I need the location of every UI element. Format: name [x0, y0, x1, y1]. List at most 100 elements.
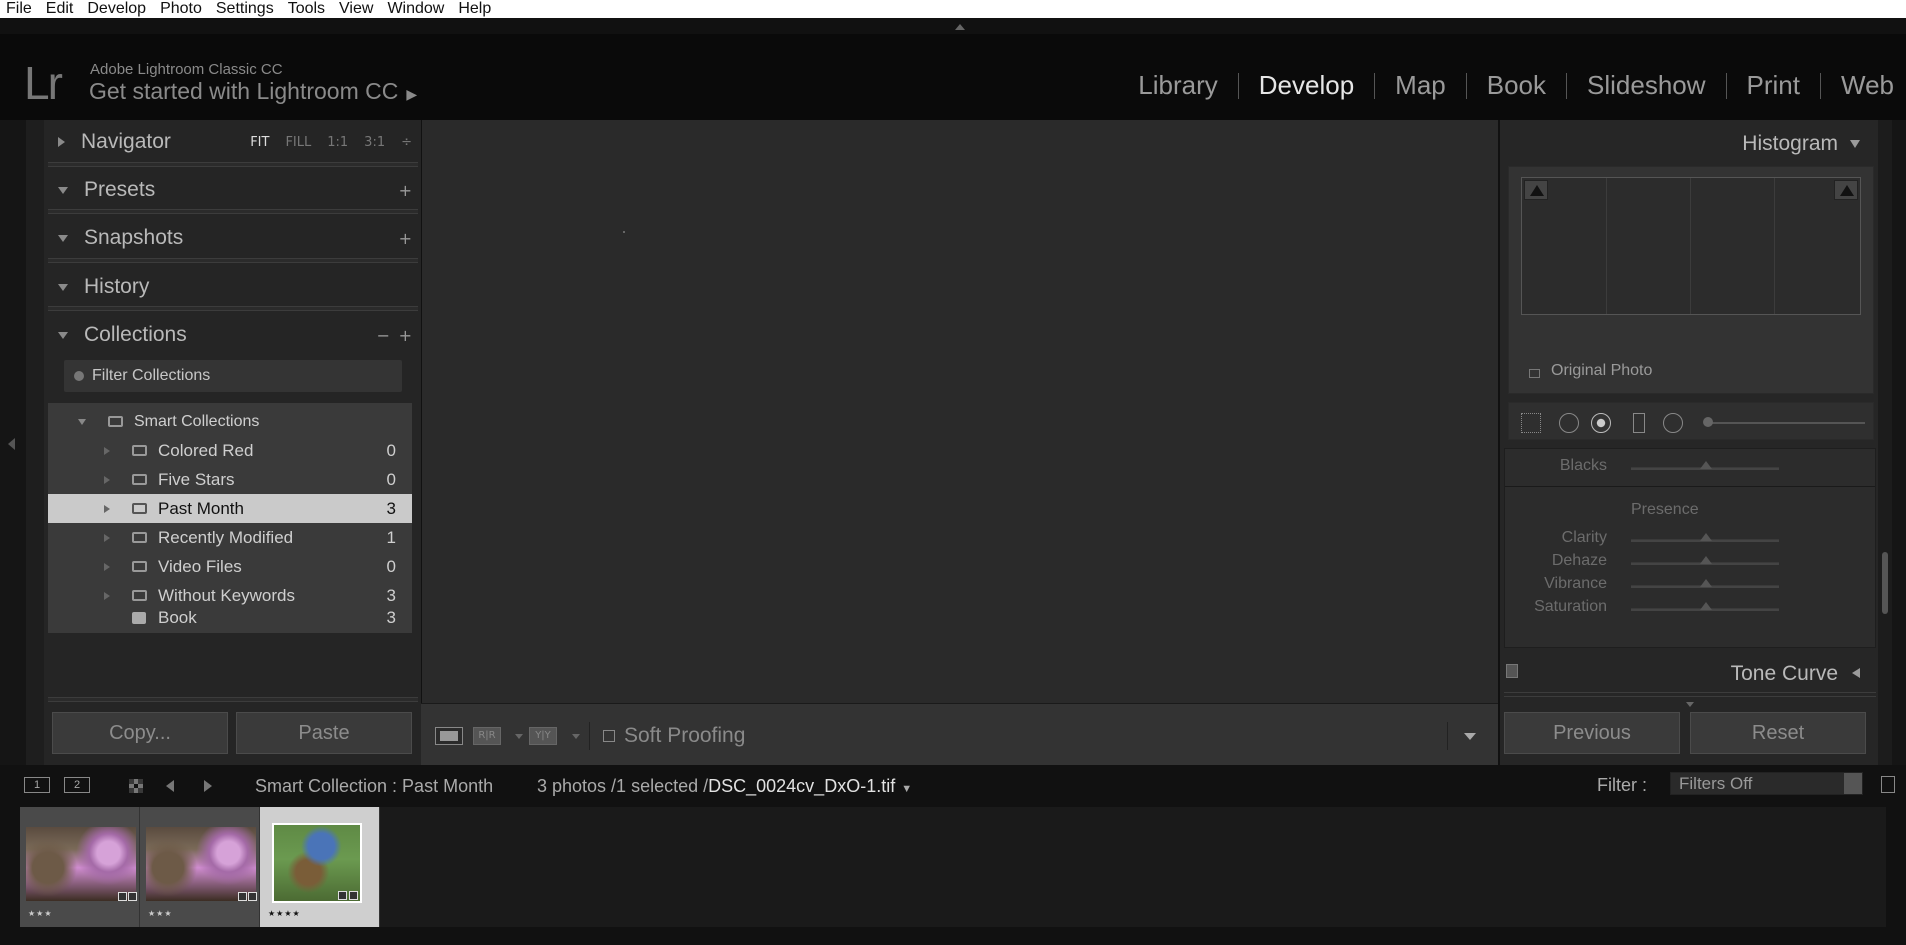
dehaze-label: Dehaze: [1551, 552, 1607, 569]
main-window-button[interactable]: 1: [24, 777, 50, 793]
menu-view[interactable]: View: [339, 0, 373, 18]
collection-colored-red[interactable]: Colored Red 0: [48, 436, 412, 465]
slider-knob[interactable]: [1700, 461, 1712, 469]
graduated-filter-icon[interactable]: [1633, 413, 1645, 433]
soft-proofing-checkbox[interactable]: [603, 730, 615, 742]
zoom-1-1[interactable]: 1:1: [327, 135, 348, 150]
filter-lock-icon[interactable]: [1881, 776, 1895, 793]
saturation-slider[interactable]: [1631, 602, 1779, 611]
right-panel-scrollbar[interactable]: [1878, 120, 1892, 765]
menu-help[interactable]: Help: [458, 0, 491, 18]
module-develop[interactable]: Develop: [1239, 70, 1374, 101]
menu-settings[interactable]: Settings: [216, 0, 274, 18]
dehaze-slider[interactable]: [1631, 556, 1779, 565]
chevron-down-icon[interactable]: [1686, 702, 1694, 707]
shadow-clipping-icon[interactable]: [1524, 180, 1548, 200]
filmstrip-thumbnail-selected[interactable]: ★★★★: [260, 807, 380, 927]
filter-select[interactable]: Filters Off: [1670, 772, 1863, 795]
before-after-side-button[interactable]: Y|Y: [529, 727, 557, 745]
scrollbar-thumb[interactable]: [1882, 552, 1888, 614]
module-slideshow[interactable]: Slideshow: [1567, 70, 1726, 101]
zoom-3-1[interactable]: 3:1: [364, 135, 385, 150]
module-book[interactable]: Book: [1467, 70, 1566, 101]
radial-filter-icon[interactable]: [1663, 413, 1683, 433]
filmstrip-thumbnail[interactable]: ★★★: [20, 807, 140, 927]
menu-develop[interactable]: Develop: [87, 0, 146, 18]
collections-header[interactable]: Collections − +: [48, 317, 418, 353]
collection-count: 0: [386, 556, 396, 576]
highlight-clipping-icon[interactable]: [1834, 180, 1858, 200]
presets-header[interactable]: Presets +: [48, 172, 418, 208]
panel-switch-icon[interactable]: [1506, 664, 1518, 678]
grid-view-icon[interactable]: [129, 779, 143, 793]
before-after-view-button[interactable]: R|R: [473, 727, 501, 745]
toolbar-menu-icon[interactable]: [1464, 733, 1476, 740]
histogram[interactable]: [1521, 177, 1861, 315]
module-library[interactable]: Library: [1118, 70, 1237, 101]
left-panel-toggle[interactable]: [0, 120, 26, 765]
history-header[interactable]: History: [48, 269, 418, 305]
add-snapshot-button[interactable]: +: [399, 229, 412, 248]
left-panel-scroll-strip[interactable]: [26, 120, 44, 765]
collection-set-label: Smart Collections: [134, 412, 260, 430]
disclosure-down-icon[interactable]: [1850, 140, 1860, 148]
back-arrow-icon[interactable]: [166, 780, 174, 792]
chevron-down-icon[interactable]: [515, 734, 523, 739]
reset-button[interactable]: Reset: [1690, 712, 1866, 754]
forward-arrow-icon[interactable]: [204, 780, 212, 792]
paste-button[interactable]: Paste: [236, 712, 412, 754]
menu-photo[interactable]: Photo: [160, 0, 202, 18]
clarity-slider[interactable]: [1631, 533, 1779, 542]
module-map[interactable]: Map: [1375, 70, 1466, 101]
add-collection-button[interactable]: +: [399, 326, 412, 345]
filmstrip-count[interactable]: 3 photos /1 selected /DSC_0024cv_DxO-1.t…: [537, 776, 912, 797]
collection-book[interactable]: Book 3: [48, 603, 412, 632]
toolbar-divider: [1447, 722, 1448, 750]
chevron-down-icon[interactable]: [572, 734, 580, 739]
secondary-window-button[interactable]: 2: [64, 777, 90, 793]
previous-button[interactable]: Previous: [1504, 712, 1680, 754]
slider-knob[interactable]: [1700, 556, 1712, 564]
smart-collections-folder[interactable]: Smart Collections: [48, 407, 412, 436]
image-preview-area[interactable]: [421, 120, 1498, 703]
right-panel-toggle[interactable]: [1892, 120, 1906, 765]
slider-knob[interactable]: [1700, 602, 1712, 610]
get-started-link[interactable]: Get started with Lightroom CC ▶: [89, 78, 417, 105]
collection-past-month[interactable]: Past Month 3: [48, 494, 412, 523]
menu-window[interactable]: Window: [387, 0, 444, 18]
menu-file[interactable]: File: [6, 0, 32, 18]
histogram-title[interactable]: Histogram: [1742, 132, 1838, 156]
filmstrip-source[interactable]: Smart Collection : Past Month: [255, 776, 493, 797]
filmstrip-thumbnail[interactable]: ★★★: [140, 807, 260, 927]
module-web[interactable]: Web: [1821, 70, 1894, 101]
snapshots-header[interactable]: Snapshots +: [48, 220, 418, 256]
slider-knob[interactable]: [1700, 579, 1712, 587]
remove-collection-button[interactable]: −: [377, 326, 390, 345]
copy-button[interactable]: Copy...: [52, 712, 228, 754]
spot-removal-icon[interactable]: [1559, 413, 1579, 433]
navigator-header[interactable]: Navigator FIT FILL 1:1 3:1 ÷: [48, 124, 418, 160]
loupe-view-button[interactable]: [435, 727, 463, 745]
disclosure-left-icon[interactable]: [1852, 668, 1860, 678]
tone-curve-title[interactable]: Tone Curve: [1731, 662, 1838, 686]
collection-five-stars[interactable]: Five Stars 0: [48, 465, 412, 494]
filter-collections-input[interactable]: Filter Collections: [64, 360, 402, 392]
module-print[interactable]: Print: [1727, 70, 1820, 101]
zoom-more-icon[interactable]: ÷: [401, 135, 412, 150]
crop-overlay-icon[interactable]: [1521, 413, 1541, 433]
vibrance-slider[interactable]: [1631, 579, 1779, 588]
add-preset-button[interactable]: +: [399, 181, 412, 200]
blacks-slider[interactable]: [1631, 461, 1779, 470]
menu-edit[interactable]: Edit: [46, 0, 74, 18]
zoom-fill[interactable]: FILL: [285, 135, 311, 150]
red-eye-icon[interactable]: [1591, 413, 1611, 433]
menu-tools[interactable]: Tools: [288, 0, 325, 18]
collapse-top-panel-icon[interactable]: [955, 24, 965, 30]
collection-recently-modified[interactable]: Recently Modified 1: [48, 523, 412, 552]
collection-video-files[interactable]: Video Files 0: [48, 552, 412, 581]
original-photo-checkbox[interactable]: [1529, 369, 1540, 378]
slider-knob[interactable]: [1700, 533, 1712, 541]
zoom-fit[interactable]: FIT: [250, 135, 269, 150]
smart-collection-icon: [132, 561, 147, 572]
adjustment-brush-slider[interactable]: [1703, 417, 1865, 427]
